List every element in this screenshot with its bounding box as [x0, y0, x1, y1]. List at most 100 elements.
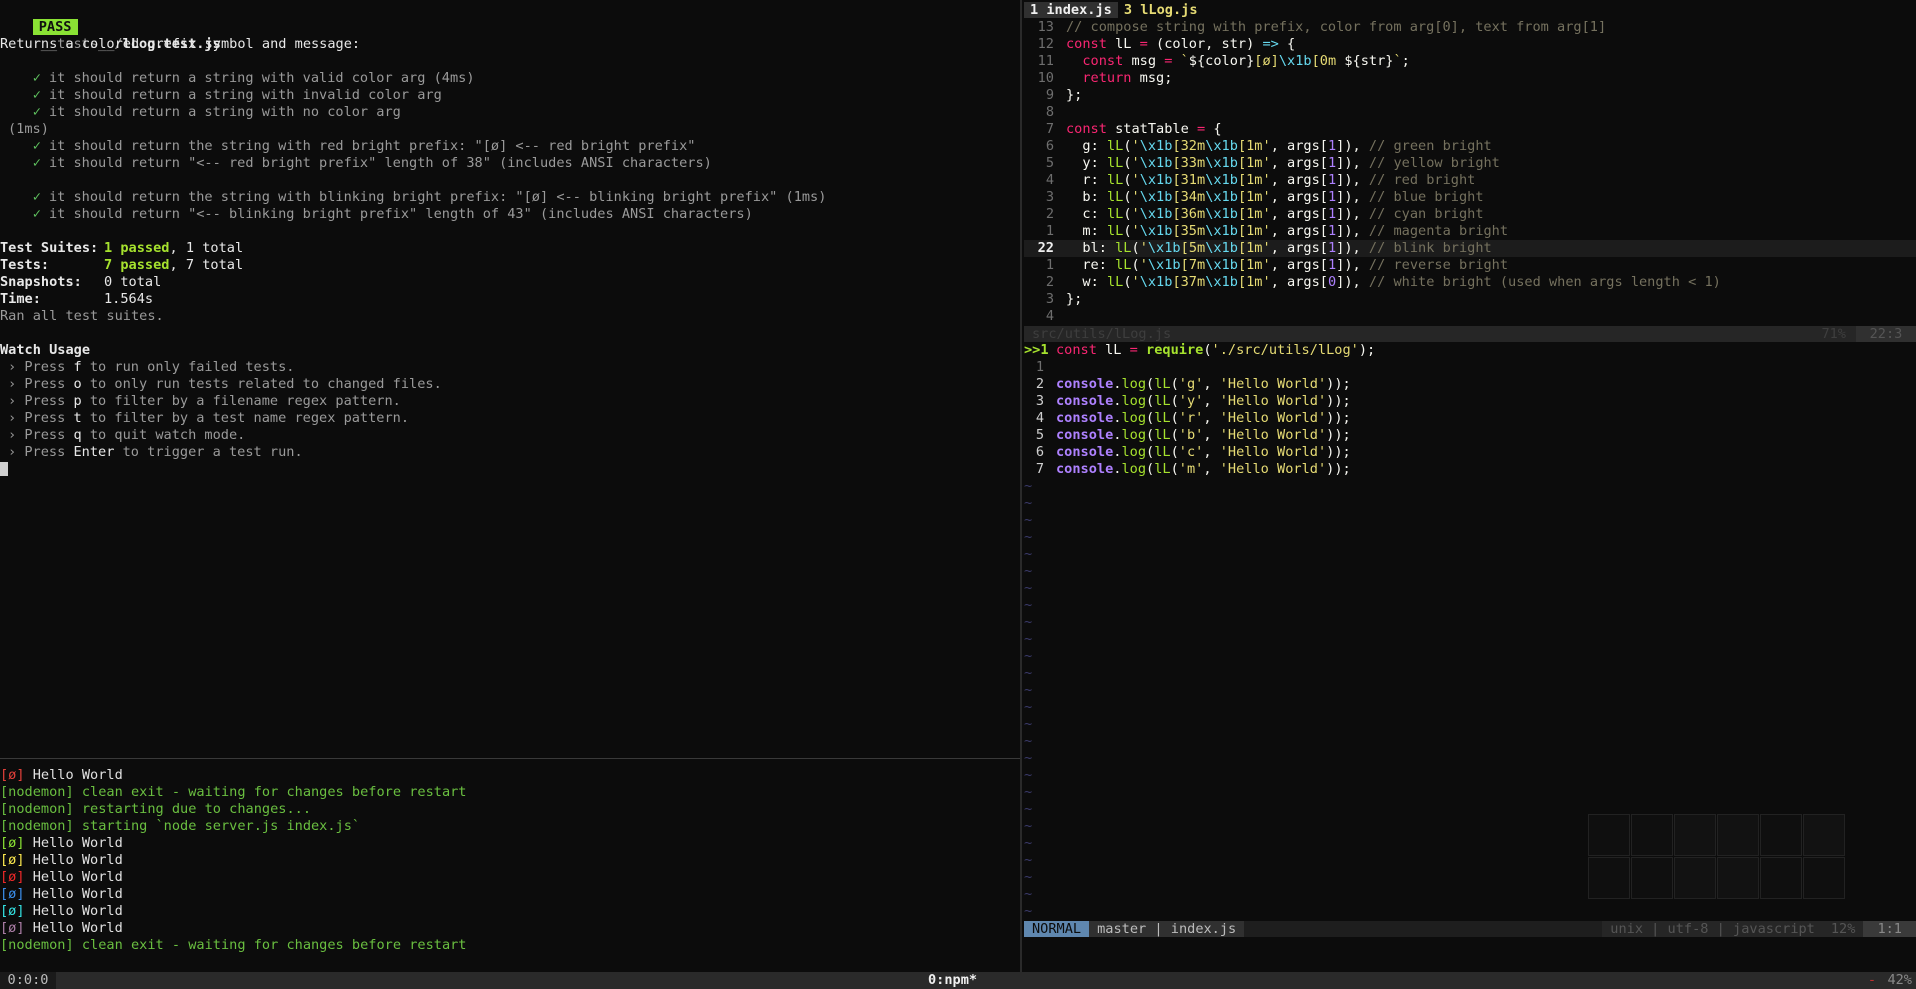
color-prefix: [ø] [0, 903, 25, 919]
pane-divider-vertical[interactable] [1020, 0, 1022, 972]
log-color-arg: 'm' [1178, 461, 1204, 477]
nodemon-text: Hello World [24, 869, 123, 885]
line-number: 5 [1035, 427, 1044, 443]
log-message-arg: 'Hello World' [1219, 444, 1327, 460]
tab-index-js[interactable]: 1 index.js [1024, 2, 1118, 18]
watch-key: t [73, 410, 82, 426]
test-name: it should return "<-- red bright prefix"… [48, 155, 712, 171]
empty-line-tilde: ~ [1024, 478, 1033, 494]
empty-line-tilde: ~ [1024, 512, 1033, 528]
describe-title: Returns a colored prefix symbol and mess… [0, 36, 361, 52]
tab-llog-js[interactable]: 3 lLog.js [1118, 2, 1204, 18]
test-name: it should return a string with invalid c… [48, 87, 442, 103]
file-format-info: unix | utf-8 | javascript [1602, 921, 1823, 937]
test-list: ✓ it should return a string with valid co… [0, 70, 1018, 223]
tmux-right-dash: - [1867, 972, 1876, 988]
summary-suites: Test Suites: 1 passed, 1 total [0, 240, 244, 256]
pane-divider-horizontal[interactable] [0, 758, 1020, 759]
empty-line-tilde: ~ [1024, 614, 1033, 630]
empty-line-tilde: ~ [1024, 750, 1033, 766]
ansi-code: 33m [1180, 155, 1206, 171]
test-name: it should return "<-- blinking bright pr… [48, 206, 753, 222]
watch-usage-item: › Press f to run only failed tests. [8, 359, 295, 375]
code-line: 2 console.log(lL('g', 'Hello World')); [1024, 376, 1916, 393]
nodemon-text: Hello World [24, 903, 123, 919]
nodemon-line: [ø] Hello World [0, 835, 1018, 852]
nodemon-text: [nodemon] clean exit - waiting for chang… [0, 784, 467, 800]
empty-line-tilde: ~ [1024, 682, 1033, 698]
empty-line-tilde: ~ [1024, 784, 1033, 800]
log-color-arg: 'y' [1178, 393, 1204, 409]
ansi-code: 35m [1180, 223, 1206, 239]
stat-key: r [1082, 172, 1091, 188]
stat-key: c [1082, 206, 1091, 222]
code-comment: // red bright [1368, 172, 1476, 188]
arg-index: 0 [1327, 274, 1337, 290]
check-icon: ✓ [32, 104, 41, 120]
code-comment: // blue bright [1368, 189, 1484, 205]
arg-index: 1 [1327, 138, 1337, 154]
test-result-line: (1ms) [0, 121, 1018, 138]
empty-line-tilde: ~ [1024, 597, 1033, 613]
ansi-code: 32m [1180, 138, 1206, 154]
code-line: 3 console.log(lL('y', 'Hello World')); [1024, 393, 1916, 410]
line-number: 6 [1045, 138, 1054, 154]
empty-line-tilde: ~ [1024, 648, 1033, 664]
empty-line-tilde: ~ [1024, 546, 1033, 562]
code-line: 5 console.log(lL('b', 'Hello World')); [1024, 427, 1916, 444]
code-line: 2 c: lL('\x1b[36m\x1b[1m', args[1]), // … [1024, 206, 1916, 223]
log-color-arg: 'g' [1178, 376, 1204, 392]
test-result-line: ✓ it should return "<-- blinking bright p… [0, 206, 1018, 223]
code-line: 4 r: lL('\x1b[31m\x1b[1m', args[1]), // … [1024, 172, 1916, 189]
code-line: 3 b: lL('\x1b[34m\x1b[1m', args[1]), // … [1024, 189, 1916, 206]
nodemon-text: Hello World [24, 920, 123, 936]
code-line: 13// compose string with prefix, color f… [1037, 19, 1607, 35]
watch-key: Enter [73, 444, 115, 460]
check-icon: ✓ [32, 189, 41, 205]
watch-usage-item: › Press q to quit watch mode. [8, 427, 246, 443]
code-line: 2 w: lL('\x1b[37m\x1b[1m', args[0]), // … [1024, 274, 1916, 291]
inactive-percent: 71% [1821, 326, 1846, 342]
color-prefix: [ø] [0, 767, 25, 783]
jest-pane: PASS __tests__/lLog.test.js Returns a co… [0, 2, 1018, 757]
code-comment: // green bright [1368, 138, 1492, 154]
inactive-filename: src/utils/lLog.js [1032, 326, 1172, 342]
line-number: 2 [1045, 274, 1054, 290]
summary-snapshots: Snapshots: 0 total [0, 274, 162, 290]
line-number: 2 [1045, 206, 1054, 222]
nodemon-line: [nodemon] clean exit - waiting for chang… [0, 937, 1018, 954]
pass-badge: PASS [32, 19, 78, 35]
nodemon-text: Hello World [24, 835, 123, 851]
log-message-arg: 'Hello World' [1219, 393, 1327, 409]
arg-index: 1 [1327, 206, 1337, 222]
check-icon: ✓ [32, 87, 41, 103]
check-icon: ✓ [32, 155, 41, 171]
code-line: 7 console.log(lL('m', 'Hello World')); [1024, 461, 1916, 478]
branch-file: master | index.js [1089, 921, 1245, 937]
code-line: 1 re: lL('\x1b[7m\x1b[1m', args[1]), // … [1024, 257, 1916, 274]
code-line: 7 const statTable = { [1045, 121, 1222, 137]
code-comment: // blink bright [1368, 240, 1492, 256]
summary-tests: Tests: 7 passed, 7 total [0, 257, 244, 273]
arg-index: 1 [1327, 223, 1337, 239]
tmux-window-tab[interactable]: 0:npm* [928, 972, 977, 989]
stat-table-lines: 6 g: lL('\x1b[32m\x1b[1m', args[1]), // … [1024, 138, 1916, 291]
terminal-cursor-line [0, 461, 1018, 478]
code-line: 9}; [1045, 87, 1083, 103]
code-line: 4 console.log(lL('r', 'Hello World')); [1024, 410, 1916, 427]
nodemon-text: [nodemon] clean exit - waiting for chang… [0, 937, 467, 953]
code-comment: // cyan bright [1368, 206, 1484, 222]
nodemon-line: [ø] Hello World [0, 767, 1018, 784]
stat-key: w [1082, 274, 1091, 290]
color-prefix: [ø] [0, 886, 25, 902]
arg-index: 1 [1327, 189, 1337, 205]
nodemon-line: [nodemon] restarting due to changes... [0, 801, 1018, 818]
editor-top-buffer[interactable]: 13// compose string with prefix, color f… [1024, 19, 1916, 325]
code-comment: // yellow bright [1368, 155, 1500, 171]
code-comment: // white bright (used when args length <… [1368, 274, 1721, 290]
terminal-cursor[interactable] [0, 462, 8, 476]
nodemon-text: Hello World [24, 886, 123, 902]
check-icon: ✓ [32, 206, 41, 222]
test-result-line: ✓ it should return a string with no color… [0, 104, 1018, 121]
editor-tabline: 1 index.js 3 lLog.js [1024, 2, 1204, 19]
